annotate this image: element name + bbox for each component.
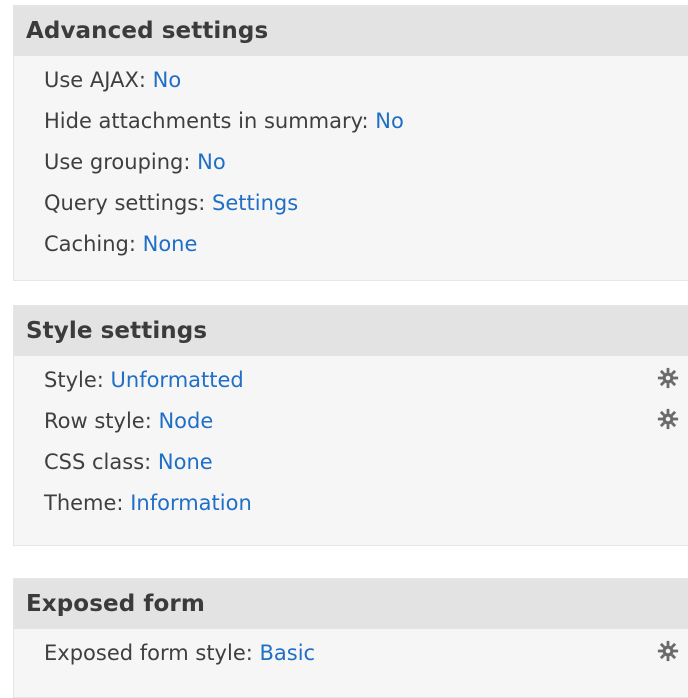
- setting-row-theme: Theme: Information: [14, 482, 688, 523]
- panel-title: Advanced settings: [26, 18, 269, 44]
- style-settings-panel: Style settings Style: Unformatted Row st…: [13, 305, 688, 546]
- setting-value-link[interactable]: Node: [158, 409, 213, 433]
- panel-header: Exposed form: [14, 579, 688, 629]
- gear-icon[interactable]: [657, 640, 679, 662]
- advanced-settings-panel: Advanced settings Use AJAX: No Hide atta…: [13, 5, 688, 281]
- setting-value-link[interactable]: Unformatted: [111, 368, 244, 392]
- setting-row-row-style: Row style: Node: [14, 400, 688, 441]
- setting-label: Exposed form style:: [44, 640, 253, 665]
- gear-icon[interactable]: [657, 408, 679, 430]
- setting-row-use-grouping: Use grouping: No: [14, 141, 688, 182]
- setting-row-use-ajax: Use AJAX: No: [14, 59, 688, 100]
- setting-row-query-settings: Query settings: Settings: [14, 182, 688, 223]
- setting-value-link[interactable]: No: [153, 68, 182, 92]
- setting-label: Style:: [44, 367, 104, 392]
- panel-title: Exposed form: [26, 591, 205, 617]
- panel-header: Style settings: [14, 306, 688, 356]
- setting-row-hide-attachments: Hide attachments in summary: No: [14, 100, 688, 141]
- setting-label: Use grouping:: [44, 149, 191, 174]
- setting-value-link[interactable]: None: [143, 232, 198, 256]
- setting-value-link[interactable]: No: [375, 109, 404, 133]
- setting-value-link[interactable]: None: [158, 450, 213, 474]
- setting-label: Hide attachments in summary:: [44, 108, 369, 133]
- setting-label: Query settings:: [44, 190, 206, 215]
- setting-value-link[interactable]: Basic: [260, 641, 316, 665]
- setting-value-link[interactable]: No: [197, 150, 226, 174]
- setting-label: Row style:: [44, 408, 152, 433]
- setting-row-caching: Caching: None: [14, 223, 688, 264]
- setting-label: Theme:: [44, 490, 124, 515]
- panel-title: Style settings: [26, 318, 208, 344]
- setting-value-link[interactable]: Settings: [212, 191, 298, 215]
- setting-row-exposed-form-style: Exposed form style: Basic: [14, 632, 688, 673]
- setting-label: Caching:: [44, 231, 136, 256]
- setting-row-style: Style: Unformatted: [14, 359, 688, 400]
- exposed-form-panel: Exposed form Exposed form style: Basic: [13, 578, 688, 698]
- setting-label: Use AJAX:: [44, 67, 146, 92]
- gear-icon[interactable]: [657, 367, 679, 389]
- setting-row-css-class: CSS class: None: [14, 441, 688, 482]
- setting-label: CSS class:: [44, 449, 152, 474]
- setting-value-link[interactable]: Information: [130, 491, 252, 515]
- panel-header: Advanced settings: [14, 6, 688, 56]
